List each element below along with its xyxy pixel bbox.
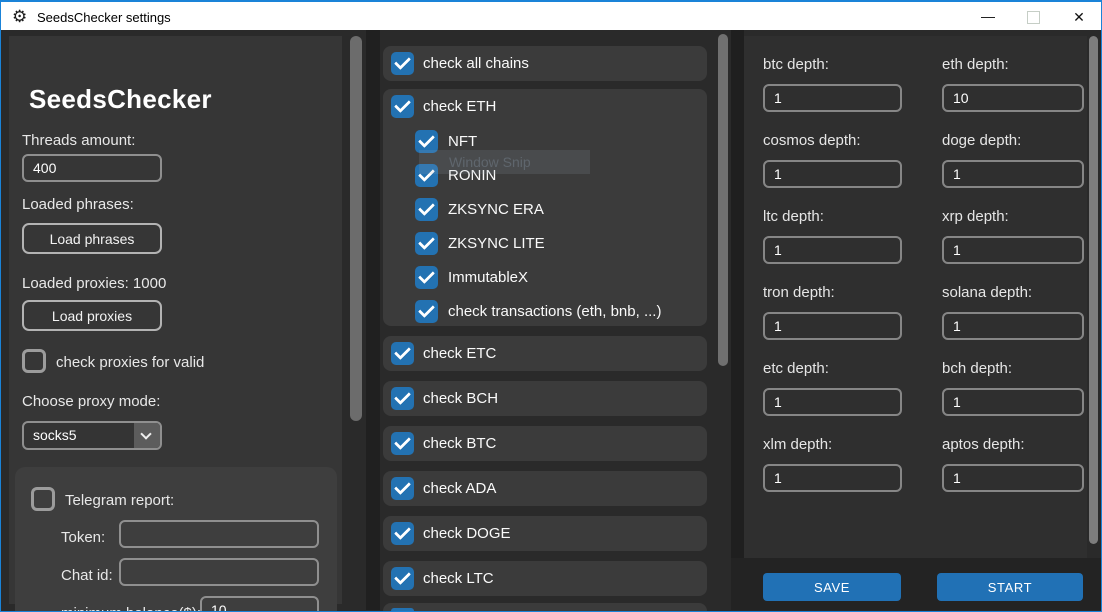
check-proxies-checkbox[interactable] xyxy=(22,349,46,373)
chat-id-input[interactable] xyxy=(119,558,319,586)
chain-row[interactable]: check BTC xyxy=(383,426,707,461)
depth-input-tron[interactable] xyxy=(763,312,902,340)
app-heading: SeedsChecker xyxy=(29,84,212,115)
checkbox-partial xyxy=(391,608,414,611)
subchain-label: ZKSYNC ERA xyxy=(448,198,544,221)
depth-input-aptos[interactable] xyxy=(942,464,1084,492)
subchain-label: ZKSYNC LITE xyxy=(448,232,545,255)
token-label: Token: xyxy=(61,529,105,546)
window-snip-overlay: Window Snip xyxy=(419,150,590,174)
token-input[interactable] xyxy=(119,520,319,548)
chevron-down-icon xyxy=(140,428,151,439)
checkbox-checked[interactable] xyxy=(391,342,414,365)
checkbox-checked[interactable] xyxy=(391,432,414,455)
depth-input-cosmos[interactable] xyxy=(763,160,902,188)
depth-label: ltc depth: xyxy=(763,208,824,225)
checkbox-checked[interactable] xyxy=(391,95,414,118)
minimize-button[interactable] xyxy=(965,2,1011,32)
telegram-report-group: Telegram report: Token: Chat id: minimum… xyxy=(15,467,337,612)
maximize-button xyxy=(1011,2,1057,32)
checkbox-checked[interactable] xyxy=(391,522,414,545)
settings-panel: SeedsChecker Threads amount: Loaded phra… xyxy=(9,36,342,604)
middle-scrollbar-thumb[interactable] xyxy=(718,34,728,366)
depth-label: xrp depth: xyxy=(942,208,1009,225)
depth-label: xlm depth: xyxy=(763,436,832,453)
window-title: SeedsChecker settings xyxy=(37,10,171,25)
chain-label: check all chains xyxy=(423,46,529,81)
chain-label: check LTC xyxy=(423,561,494,596)
title-bar: ⚙ SeedsChecker settings ✕ xyxy=(1,0,1101,30)
depth-input-btc[interactable] xyxy=(763,84,902,112)
chain-row[interactable]: check BCH xyxy=(383,381,707,416)
checkbox-checked[interactable] xyxy=(391,477,414,500)
subchain-label: ImmutableX xyxy=(448,266,528,289)
depth-label: doge depth: xyxy=(942,132,1021,149)
proxy-mode-value: socks5 xyxy=(33,427,77,443)
checkbox-checked[interactable] xyxy=(415,232,438,255)
depth-input-eth[interactable] xyxy=(942,84,1084,112)
threads-amount-label: Threads amount: xyxy=(22,132,135,149)
chat-id-label: Chat id: xyxy=(61,567,113,584)
depth-label: tron depth: xyxy=(763,284,835,301)
chain-row[interactable]: check DOGE xyxy=(383,516,707,551)
chain-label: check ADA xyxy=(423,471,496,506)
checkbox-checked[interactable] xyxy=(391,52,414,75)
telegram-report-checkbox[interactable] xyxy=(31,487,55,511)
chain-row[interactable]: check ETC xyxy=(383,336,707,371)
minimum-balance-input[interactable] xyxy=(200,596,319,612)
loaded-proxies-label: Loaded proxies: 1000 xyxy=(22,275,166,292)
depth-input-doge[interactable] xyxy=(942,160,1084,188)
proxy-mode-select[interactable]: socks5 xyxy=(22,421,162,450)
save-button[interactable]: SAVE xyxy=(763,573,901,601)
depth-input-bch[interactable] xyxy=(942,388,1084,416)
chain-row-all[interactable]: check all chains xyxy=(383,46,707,81)
proxy-mode-label: Choose proxy mode: xyxy=(22,393,160,410)
right-scrollbar-thumb[interactable] xyxy=(1089,36,1098,544)
chain-row-partial[interactable] xyxy=(383,603,707,611)
left-scrollbar-thumb[interactable] xyxy=(350,36,362,421)
checkbox-checked[interactable] xyxy=(391,567,414,590)
depth-label: btc depth: xyxy=(763,56,829,73)
depth-label: aptos depth: xyxy=(942,436,1025,453)
load-proxies-button[interactable]: Load proxies xyxy=(22,300,162,331)
checkbox-checked[interactable] xyxy=(415,300,438,323)
checkbox-checked[interactable] xyxy=(391,387,414,410)
gear-icon: ⚙ xyxy=(12,7,27,27)
depth-label: bch depth: xyxy=(942,360,1012,377)
depth-label: cosmos depth: xyxy=(763,132,861,149)
depth-label: solana depth: xyxy=(942,284,1032,301)
telegram-report-label: Telegram report: xyxy=(65,492,174,509)
depth-label: etc depth: xyxy=(763,360,829,377)
depth-label: eth depth: xyxy=(942,56,1009,73)
chain-label: check BTC xyxy=(423,426,496,461)
close-button[interactable]: ✕ xyxy=(1057,2,1101,32)
checkbox-checked[interactable] xyxy=(415,266,438,289)
select-arrow-area[interactable] xyxy=(134,423,160,448)
depth-input-solana[interactable] xyxy=(942,312,1084,340)
chain-label: check BCH xyxy=(423,381,498,416)
column-divider xyxy=(731,30,744,610)
chain-group-eth: check ETH NFT RONIN ZKSYNC ERA ZKSYNC LI… xyxy=(383,89,707,326)
minimum-balance-label: minimum balance($): xyxy=(61,605,201,612)
depth-input-xrp[interactable] xyxy=(942,236,1084,264)
start-button[interactable]: START xyxy=(937,573,1083,601)
depth-input-xlm[interactable] xyxy=(763,464,902,492)
chain-label: check ETH xyxy=(423,95,496,118)
subchain-label: check transactions (eth, bnb, ...) xyxy=(448,300,661,323)
depth-input-etc[interactable] xyxy=(763,388,902,416)
column-divider xyxy=(366,30,380,610)
load-phrases-button[interactable]: Load phrases xyxy=(22,223,162,254)
chain-row[interactable]: check LTC xyxy=(383,561,707,596)
chain-label: check ETC xyxy=(423,336,496,371)
app-window: ⚙ SeedsChecker settings ✕ SeedsChecker T… xyxy=(0,0,1102,612)
chain-row[interactable]: check ADA xyxy=(383,471,707,506)
chain-label: check DOGE xyxy=(423,516,511,551)
checkbox-checked[interactable] xyxy=(415,198,438,221)
depth-input-ltc[interactable] xyxy=(763,236,902,264)
check-proxies-label: check proxies for valid xyxy=(56,354,204,371)
loaded-phrases-label: Loaded phrases: xyxy=(22,196,134,213)
threads-amount-input[interactable] xyxy=(22,154,162,182)
